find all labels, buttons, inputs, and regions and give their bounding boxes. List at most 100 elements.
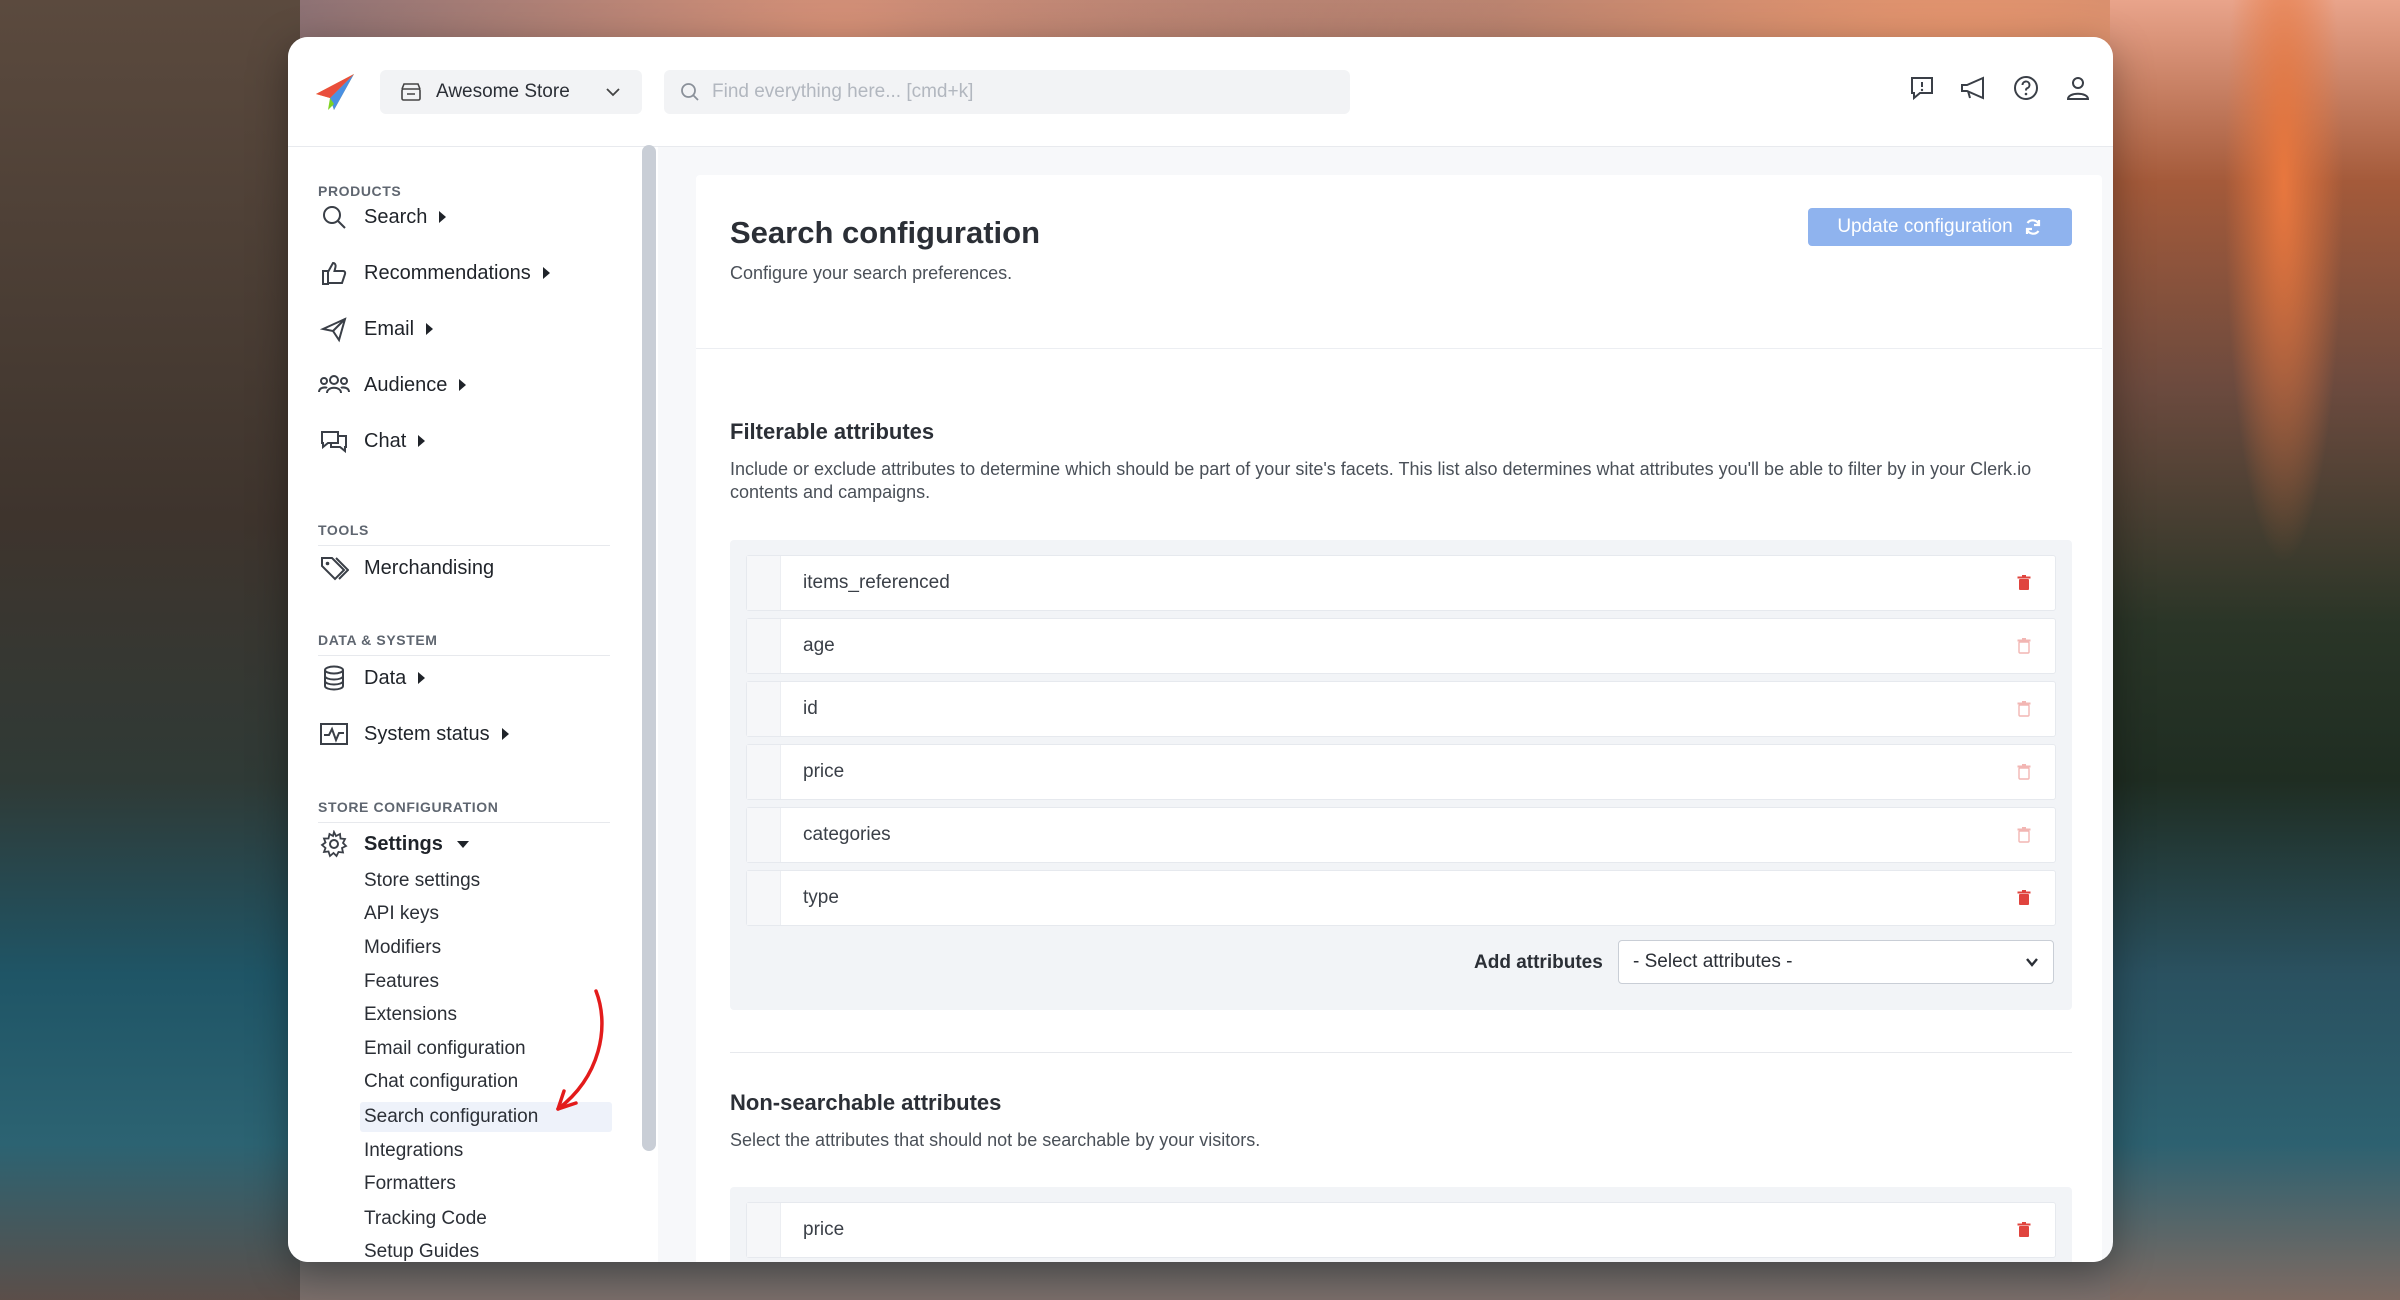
caret-right-icon	[459, 379, 467, 391]
tags-icon	[318, 552, 350, 584]
non-searchable-title: Non-searchable attributes	[730, 1090, 1002, 1115]
refresh-icon	[2025, 219, 2040, 235]
sidebar-item-label: Recommendations	[364, 261, 531, 284]
sidebar-scrollbar[interactable]	[642, 145, 656, 1151]
sidebar-item-system-status[interactable]: System status	[318, 714, 509, 754]
drag-handle[interactable]	[747, 682, 781, 736]
users-icon	[318, 369, 350, 401]
database-icon	[318, 662, 350, 694]
clerk-logo-icon[interactable]	[312, 70, 358, 116]
chat-bubbles-icon	[318, 425, 350, 457]
sidebar-item-label: Email	[364, 317, 415, 340]
drag-handle[interactable]	[747, 745, 781, 799]
trash-icon	[2017, 701, 2031, 717]
caret-right-icon	[418, 672, 426, 684]
attribute-name: categories	[803, 824, 891, 845]
store-name: Awesome Store	[436, 81, 570, 102]
caret-right-icon	[542, 267, 550, 279]
drag-handle[interactable]	[747, 619, 781, 673]
section-data-system: DATA & SYSTEM	[318, 632, 438, 648]
announcement-icon[interactable]	[1959, 73, 1989, 103]
sidebar-item-recommendations[interactable]: Recommendations	[318, 253, 550, 293]
attribute-name: items_referenced	[803, 572, 950, 593]
section-divider	[318, 545, 610, 546]
sidebar-item-label: Data	[364, 666, 407, 689]
feedback-icon[interactable]	[1907, 73, 1937, 103]
caret-right-icon	[418, 435, 426, 447]
section-divider	[318, 822, 610, 823]
settings-formatters[interactable]: Formatters	[364, 1169, 456, 1199]
caret-down-icon	[456, 840, 469, 848]
settings-store-settings[interactable]: Store settings	[364, 866, 480, 896]
header-divider	[696, 348, 2102, 349]
settings-modifiers[interactable]: Modifiers	[364, 933, 441, 963]
filterable-description: Include or exclude attributes to determi…	[730, 459, 2032, 502]
attribute-row[interactable]: price	[746, 1202, 2056, 1258]
store-icon	[401, 83, 421, 101]
settings-integrations[interactable]: Integrations	[364, 1136, 463, 1166]
sidebar-item-email[interactable]: Email	[318, 309, 434, 349]
drag-handle[interactable]	[747, 1203, 781, 1257]
trash-icon	[2017, 638, 2031, 654]
attribute-row[interactable]: type	[746, 870, 2056, 926]
attribute-name: price	[803, 761, 845, 782]
global-search	[664, 70, 1350, 114]
attribute-name: age	[803, 635, 835, 656]
filterable-title: Filterable attributes	[730, 419, 935, 444]
settings-extensions[interactable]: Extensions	[364, 1000, 457, 1030]
attribute-name: price	[803, 1219, 845, 1240]
attribute-row[interactable]: categories	[746, 807, 2056, 863]
attribute-row[interactable]: id	[746, 681, 2056, 737]
sidebar: PRODUCTS Search Recommendations Email Au…	[288, 147, 658, 1262]
sidebar-item-settings[interactable]: Settings	[318, 824, 469, 864]
sidebar-item-merchandising[interactable]: Merchandising	[318, 548, 494, 588]
settings-features[interactable]: Features	[364, 967, 439, 997]
trash-icon[interactable]	[2015, 1221, 2033, 1239]
activity-monitor-icon	[318, 718, 350, 750]
filterable-panel: items_referenced age id price categories	[730, 540, 2072, 1010]
add-attributes-label: Add attributes	[1474, 952, 1603, 973]
drag-handle[interactable]	[747, 556, 781, 610]
trash-icon	[2017, 827, 2031, 843]
help-icon[interactable]	[2011, 73, 2041, 103]
select-attributes-dropdown[interactable]: - Select attributes -	[1618, 940, 2054, 984]
thumbs-up-icon	[318, 257, 350, 289]
update-configuration-button[interactable]: Update configuration	[1808, 208, 2072, 246]
settings-api-keys[interactable]: API keys	[364, 899, 439, 929]
sidebar-item-label: Settings	[364, 832, 443, 855]
page-title: Search configuration	[730, 215, 1041, 250]
user-icon[interactable]	[2063, 73, 2093, 103]
caret-right-icon	[439, 211, 447, 223]
store-selector[interactable]: Awesome Store	[380, 70, 642, 114]
section-divider	[318, 655, 610, 656]
sidebar-item-data[interactable]: Data	[318, 658, 426, 698]
settings-setup-guides[interactable]: Setup Guides	[364, 1237, 479, 1262]
settings-email-configuration[interactable]: Email configuration	[364, 1034, 526, 1064]
sidebar-item-chat[interactable]: Chat	[318, 421, 426, 461]
trash-icon[interactable]	[2015, 889, 2033, 907]
main-content: Search configuration Configure your sear…	[696, 175, 2102, 1262]
settings-chat-configuration[interactable]: Chat configuration	[364, 1067, 518, 1097]
sidebar-item-label: Search	[364, 205, 428, 228]
settings-tracking-code[interactable]: Tracking Code	[364, 1204, 487, 1234]
search-input[interactable]	[712, 81, 1312, 103]
drag-handle[interactable]	[747, 871, 781, 925]
search-icon	[318, 201, 350, 233]
section-tools: TOOLS	[318, 522, 369, 538]
sidebar-item-label: Chat	[364, 429, 407, 452]
sidebar-item-search[interactable]: Search	[318, 197, 447, 237]
section-store-configuration: STORE CONFIGURATION	[318, 799, 499, 815]
attribute-row[interactable]: age	[746, 618, 2056, 674]
paper-plane-icon	[318, 313, 350, 345]
drag-handle[interactable]	[747, 808, 781, 862]
trash-icon[interactable]	[2015, 574, 2033, 592]
caret-right-icon	[501, 728, 509, 740]
non-searchable-description: Select the attributes that should not be…	[730, 1130, 1261, 1150]
app-window: Awesome Store Find everything here... [c…	[288, 37, 2113, 1262]
attribute-row[interactable]: items_referenced	[746, 555, 2056, 611]
attribute-row[interactable]: price	[746, 744, 2056, 800]
page-subtitle: Configure your search preferences.	[730, 263, 1013, 283]
update-button-label: Update configuration	[1837, 216, 2013, 237]
sidebar-item-audience[interactable]: Audience	[318, 365, 467, 405]
annotation-arrow-icon	[556, 989, 604, 1111]
